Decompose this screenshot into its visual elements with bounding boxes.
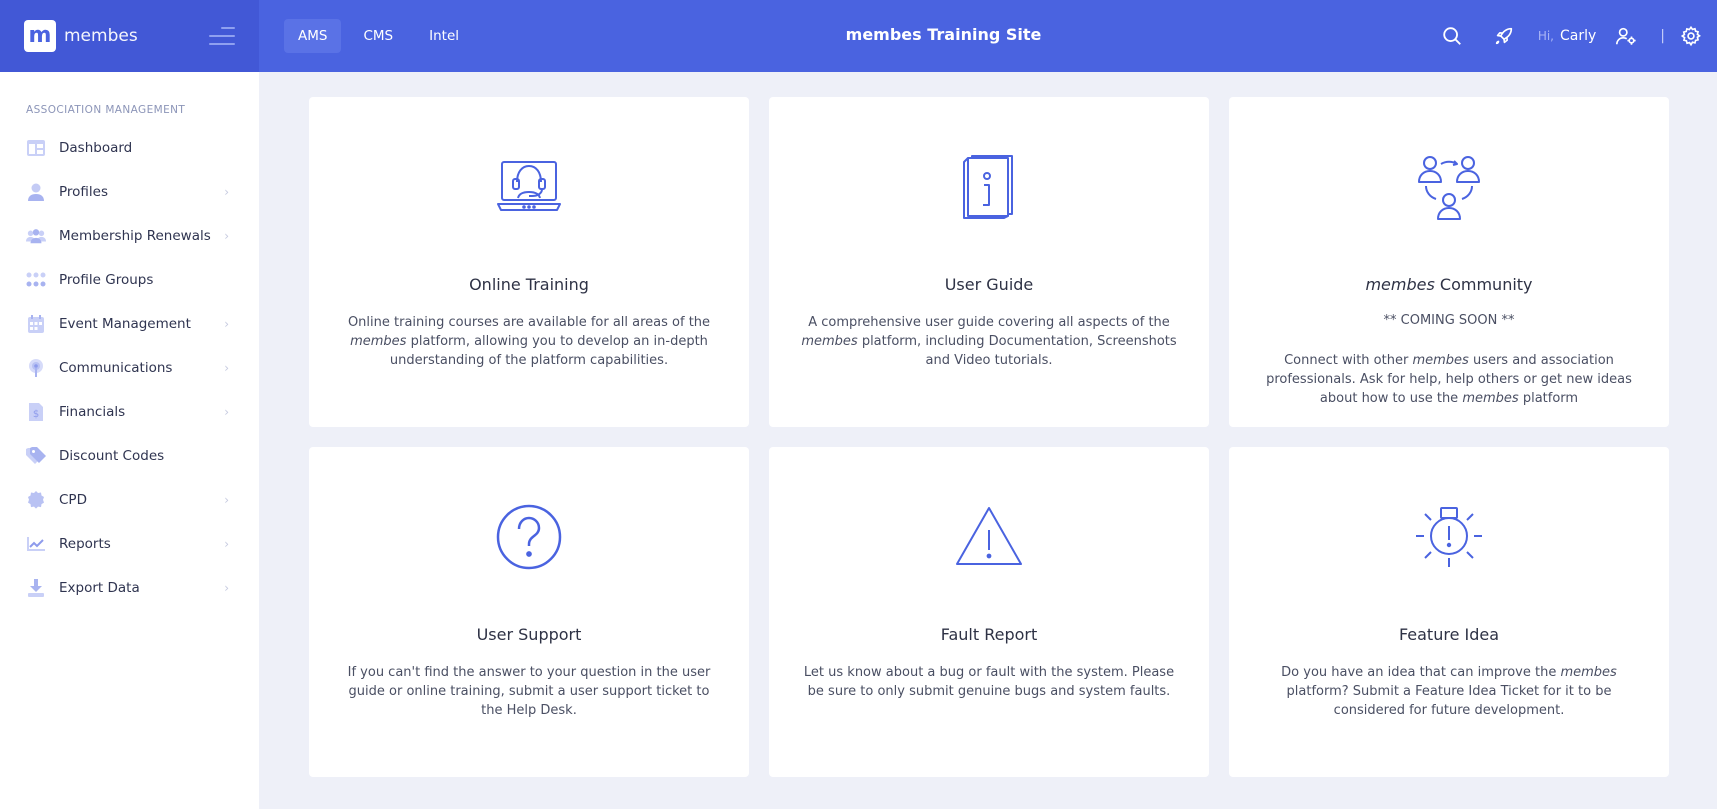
chevron-right-icon: › — [224, 493, 229, 507]
idea-bulb-icon — [1416, 507, 1482, 567]
chart-icon — [26, 534, 46, 554]
community-icon — [1418, 156, 1480, 220]
sidebar-item-membership-renewals[interactable]: Membership Renewals › — [0, 214, 259, 258]
card-title: User Support — [476, 625, 582, 644]
sidebar-item-profile-groups[interactable]: Profile Groups — [0, 258, 259, 302]
tag-icon — [26, 446, 46, 466]
card-title: Feature Idea — [1398, 625, 1500, 644]
greeting-text: Hi, — [1537, 29, 1554, 43]
sidebar-item-communications[interactable]: Communications › — [0, 346, 259, 390]
broadcast-icon — [26, 358, 46, 378]
sidebar-item-label: Membership Renewals — [59, 228, 211, 244]
sidebar: ASSOCIATION MANAGEMENT Dashboard Profile… — [0, 72, 259, 809]
invoice-icon: $ — [26, 402, 46, 422]
user-settings-icon[interactable] — [1614, 24, 1638, 48]
download-icon — [26, 578, 46, 598]
grid-icon — [26, 270, 46, 290]
headset-laptop-icon — [497, 161, 561, 211]
question-icon — [496, 504, 562, 570]
card-user-guide[interactable]: User Guide A comprehensive user guide co… — [769, 97, 1209, 427]
sidebar-item-export-data[interactable]: Export Data › — [0, 566, 259, 610]
card-feature-idea[interactable]: Feature Idea Do you have an idea that ca… — [1229, 447, 1669, 777]
user-name[interactable]: Carly — [1560, 28, 1596, 44]
card-description: Let us know about a bug or fault with th… — [803, 665, 1175, 699]
logo-text[interactable]: membes — [64, 26, 138, 46]
sidebar-item-cpd[interactable]: CPD › — [0, 478, 259, 522]
sidebar-item-financials[interactable]: $ Financials › — [0, 390, 259, 434]
sidebar-item-label: Financials — [59, 404, 126, 420]
svg-text:$: $ — [33, 409, 39, 420]
group-icon — [26, 226, 46, 246]
rocket-icon[interactable] — [1492, 24, 1516, 48]
chevron-right-icon: › — [224, 405, 229, 419]
card-fault-report[interactable]: Fault Report Let us know about a bug or … — [769, 447, 1209, 777]
sidebar-item-label: Discount Codes — [59, 448, 165, 464]
menu-toggle-icon[interactable] — [209, 27, 235, 45]
tab-intel[interactable]: Intel — [415, 19, 473, 53]
sidebar-item-profiles[interactable]: Profiles › — [0, 170, 259, 214]
badge-icon — [26, 490, 46, 510]
tab-ams[interactable]: AMS — [284, 19, 342, 53]
module-tabs: AMS CMS Intel — [284, 19, 481, 53]
card-user-support[interactable]: User Support If you can't find the answe… — [309, 447, 749, 777]
sidebar-section-title: ASSOCIATION MANAGEMENT — [26, 104, 186, 116]
calendar-icon — [26, 314, 46, 334]
sidebar-item-dashboard[interactable]: Dashboard — [0, 126, 259, 170]
sidebar-item-discount-codes[interactable]: Discount Codes — [0, 434, 259, 478]
card-online-training[interactable]: Online Training Online training courses … — [309, 97, 749, 427]
card-title: Fault Report — [940, 625, 1038, 644]
chevron-right-icon: › — [224, 537, 229, 551]
site-title: membes Training Site — [845, 25, 1042, 44]
chevron-right-icon: › — [224, 185, 229, 199]
coming-soon-label: ** COMING SOON ** — [1383, 313, 1515, 328]
dashboard-icon — [26, 138, 46, 158]
sidebar-item-label: Event Management — [59, 316, 191, 332]
card-title: Online Training — [469, 275, 589, 294]
card-title: membes Community — [1365, 275, 1533, 294]
card-description: Do you have an idea that can improve the… — [1281, 665, 1617, 718]
sidebar-item-label: Export Data — [59, 580, 140, 596]
header-actions: Hi, Carly | — [1440, 0, 1717, 72]
sidebar-item-event-management[interactable]: Event Management › — [0, 302, 259, 346]
card-description: Connect with other membes users and asso… — [1266, 353, 1632, 406]
search-icon[interactable] — [1440, 24, 1464, 48]
tab-cms[interactable]: CMS — [349, 19, 407, 53]
chevron-right-icon: › — [224, 361, 229, 375]
card-title: User Guide — [944, 275, 1034, 294]
gear-icon[interactable] — [1679, 24, 1703, 48]
sidebar-item-label: Profile Groups — [59, 272, 154, 288]
card-description: Online training courses are available fo… — [347, 315, 711, 368]
sidebar-item-label: CPD — [59, 492, 87, 508]
sidebar-item-reports[interactable]: Reports › — [0, 522, 259, 566]
card-description: A comprehensive user guide covering all … — [801, 315, 1177, 368]
header-separator: | — [1660, 28, 1665, 44]
chevron-right-icon: › — [224, 581, 229, 595]
sidebar-item-label: Communications — [59, 360, 173, 376]
info-book-icon — [963, 155, 1013, 219]
chevron-right-icon: › — [224, 317, 229, 331]
warning-icon — [956, 507, 1022, 565]
card-membes-community[interactable]: membes Community ** COMING SOON ** Conne… — [1229, 97, 1669, 427]
sidebar-item-label: Profiles — [59, 184, 109, 200]
card-description: If you can't find the answer to your que… — [347, 665, 711, 718]
chevron-right-icon: › — [224, 229, 229, 243]
sidebar-item-label: Reports — [59, 536, 111, 552]
top-header: m membes AMS CMS Intel membes Training S… — [0, 0, 1717, 72]
sidebar-item-label: Dashboard — [59, 140, 133, 156]
logo-icon[interactable]: m — [24, 20, 56, 52]
profile-icon — [26, 182, 46, 202]
brand-area: m membes — [0, 0, 259, 72]
